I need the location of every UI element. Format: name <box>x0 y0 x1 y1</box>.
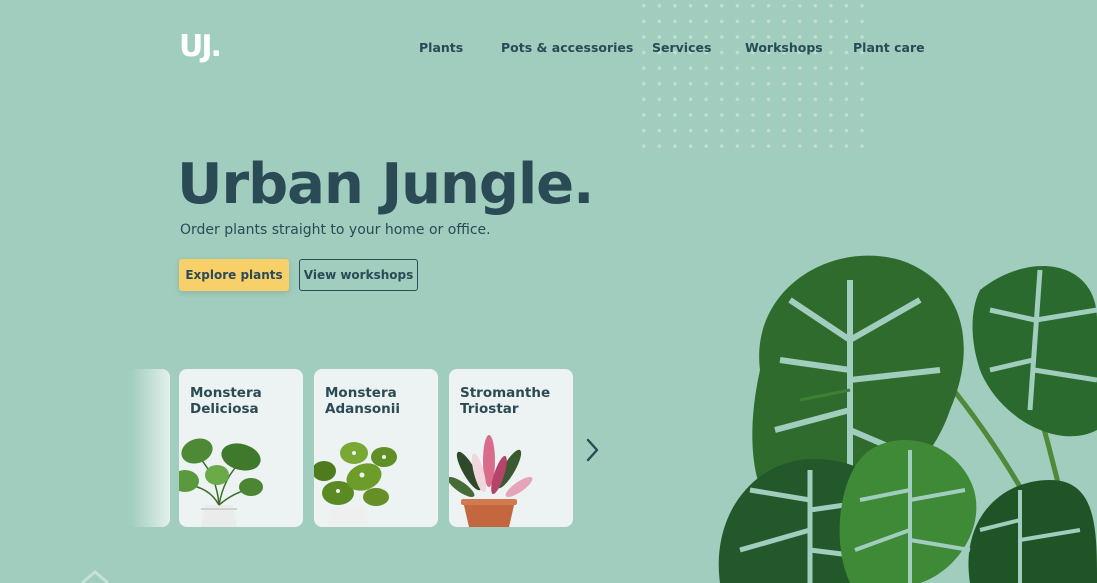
dot-grid-decoration <box>636 0 866 148</box>
card-title: Stromanthe Triostar <box>460 385 550 417</box>
plant-card-monstera-adansonii[interactable]: Monstera Adansonii <box>314 369 438 527</box>
hero-subtitle: Order plants straight to your home or of… <box>180 222 491 238</box>
card-title-line2: Adansonii <box>325 401 401 417</box>
monstera-leaves-decoration <box>718 255 1097 583</box>
card-title-line2: Deliciosa <box>190 401 259 417</box>
card-title: Monstera Deliciosa <box>190 385 262 417</box>
stromanthe-triostar-image <box>449 435 533 527</box>
next-arrow-button[interactable] <box>584 437 602 467</box>
card-title-line1: Stromanthe <box>460 385 551 401</box>
view-workshops-button[interactable]: View workshops <box>299 259 418 291</box>
nav-item-plant-care[interactable]: Plant care <box>853 40 925 55</box>
nav-item-plants[interactable]: Plants <box>419 40 463 55</box>
monstera-deliciosa-image <box>179 438 263 527</box>
decorative-shape <box>81 570 109 583</box>
card-title-line2: Triostar <box>460 401 519 417</box>
previous-card-fade <box>130 369 170 527</box>
nav-item-workshops[interactable]: Workshops <box>745 40 823 55</box>
card-title-line1: Monstera <box>190 385 262 401</box>
plant-card-monstera-deliciosa[interactable]: Monstera Deliciosa <box>179 369 303 527</box>
logo[interactable]: UJ. <box>179 30 222 64</box>
card-title-line1: Monstera <box>325 385 397 401</box>
nav-item-pots-accessories[interactable]: Pots & accessories <box>501 40 633 55</box>
card-title: Monstera Adansonii <box>325 385 400 417</box>
plant-card-stromanthe-triostar[interactable]: Stromanthe Triostar <box>449 369 573 527</box>
explore-plants-button[interactable]: Explore plants <box>179 259 289 291</box>
chevron-right-icon <box>586 438 599 462</box>
hero-title: Urban Jungle. <box>177 152 594 217</box>
monstera-adansonii-image <box>314 442 397 527</box>
nav-item-services[interactable]: Services <box>652 40 711 55</box>
